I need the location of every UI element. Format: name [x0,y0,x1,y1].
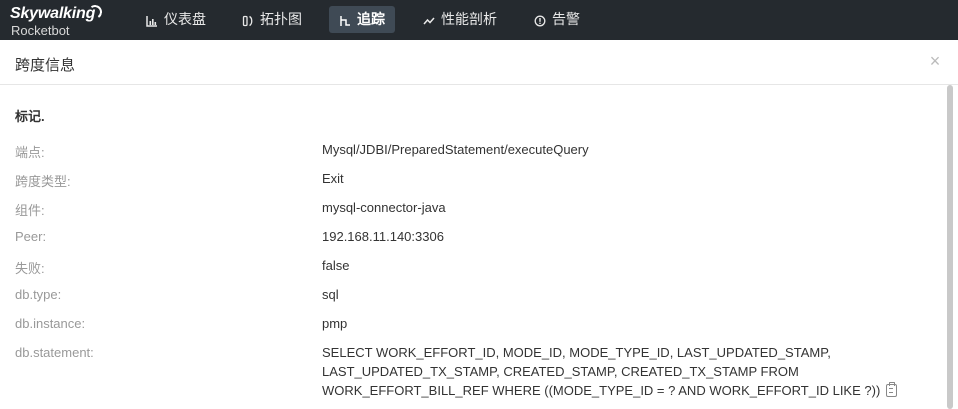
row-key-db-statement: db.statement: [15,345,94,360]
db-statement-text: SELECT WORK_EFFORT_ID, MODE_ID, MODE_TYP… [322,345,881,398]
nav-item-alarm[interactable]: 告警 [524,6,590,33]
row-key-span-type: 跨度类型: [15,174,71,189]
row-key-error: 失败: [15,261,45,276]
nav-item-topology[interactable]: 拓扑图 [232,6,312,33]
topology-icon [242,14,254,26]
nav-label: 追踪 [357,11,385,27]
row-key-db-type: db.type: [15,287,62,302]
row-value-error: false [322,258,350,273]
dashboard-icon [146,14,158,27]
scrollbar-thumb[interactable] [947,85,953,409]
nav-label: 拓扑图 [260,11,302,27]
trace-icon [339,14,351,26]
profile-icon [423,14,435,26]
dialog-header: 跨度信息 [0,45,958,85]
row-value-endpoint: Mysql/JDBI/PreparedStatement/executeQuer… [322,142,589,157]
logo-text: Skywalking [10,5,96,22]
copy-icon[interactable] [886,382,898,397]
row-value-db-statement: SELECT WORK_EFFORT_ID, MODE_ID, MODE_TYP… [322,343,937,400]
row-value-db-type: sql [322,287,339,302]
nav-item-trace[interactable]: 追踪 [329,6,395,33]
nav-label: 告警 [552,11,580,27]
row-key-db-instance: db.instance: [15,316,86,331]
nav-label: 仪表盘 [164,11,206,27]
dialog-title: 跨度信息 [15,57,76,74]
close-icon[interactable]: × [928,52,942,70]
section-title-tags: 标记. [15,109,45,124]
row-value-span-type: Exit [322,171,344,186]
skywalking-logo[interactable]: Skywalking Rocketbot [10,3,110,38]
nav-item-profile[interactable]: 性能剖析 [413,6,507,33]
alarm-icon [534,14,546,26]
row-value-component: mysql-connector-java [322,200,446,215]
row-value-db-instance: pmp [322,316,348,331]
nav-item-dashboard[interactable]: 仪表盘 [136,6,216,33]
row-key-endpoint: 端点: [15,145,45,160]
top-nav-bar: Skywalking Rocketbot 仪表盘 拓扑图 追踪 性能剖析 告警 [0,0,958,40]
nav-label: 性能剖析 [441,11,497,27]
vertical-scrollbar[interactable] [943,85,958,409]
row-key-component: 组件: [15,203,45,218]
row-key-peer: Peer: [15,229,47,244]
logo-subtitle: Rocketbot [11,23,70,38]
row-value-peer: 192.168.11.140:3306 [322,229,444,244]
